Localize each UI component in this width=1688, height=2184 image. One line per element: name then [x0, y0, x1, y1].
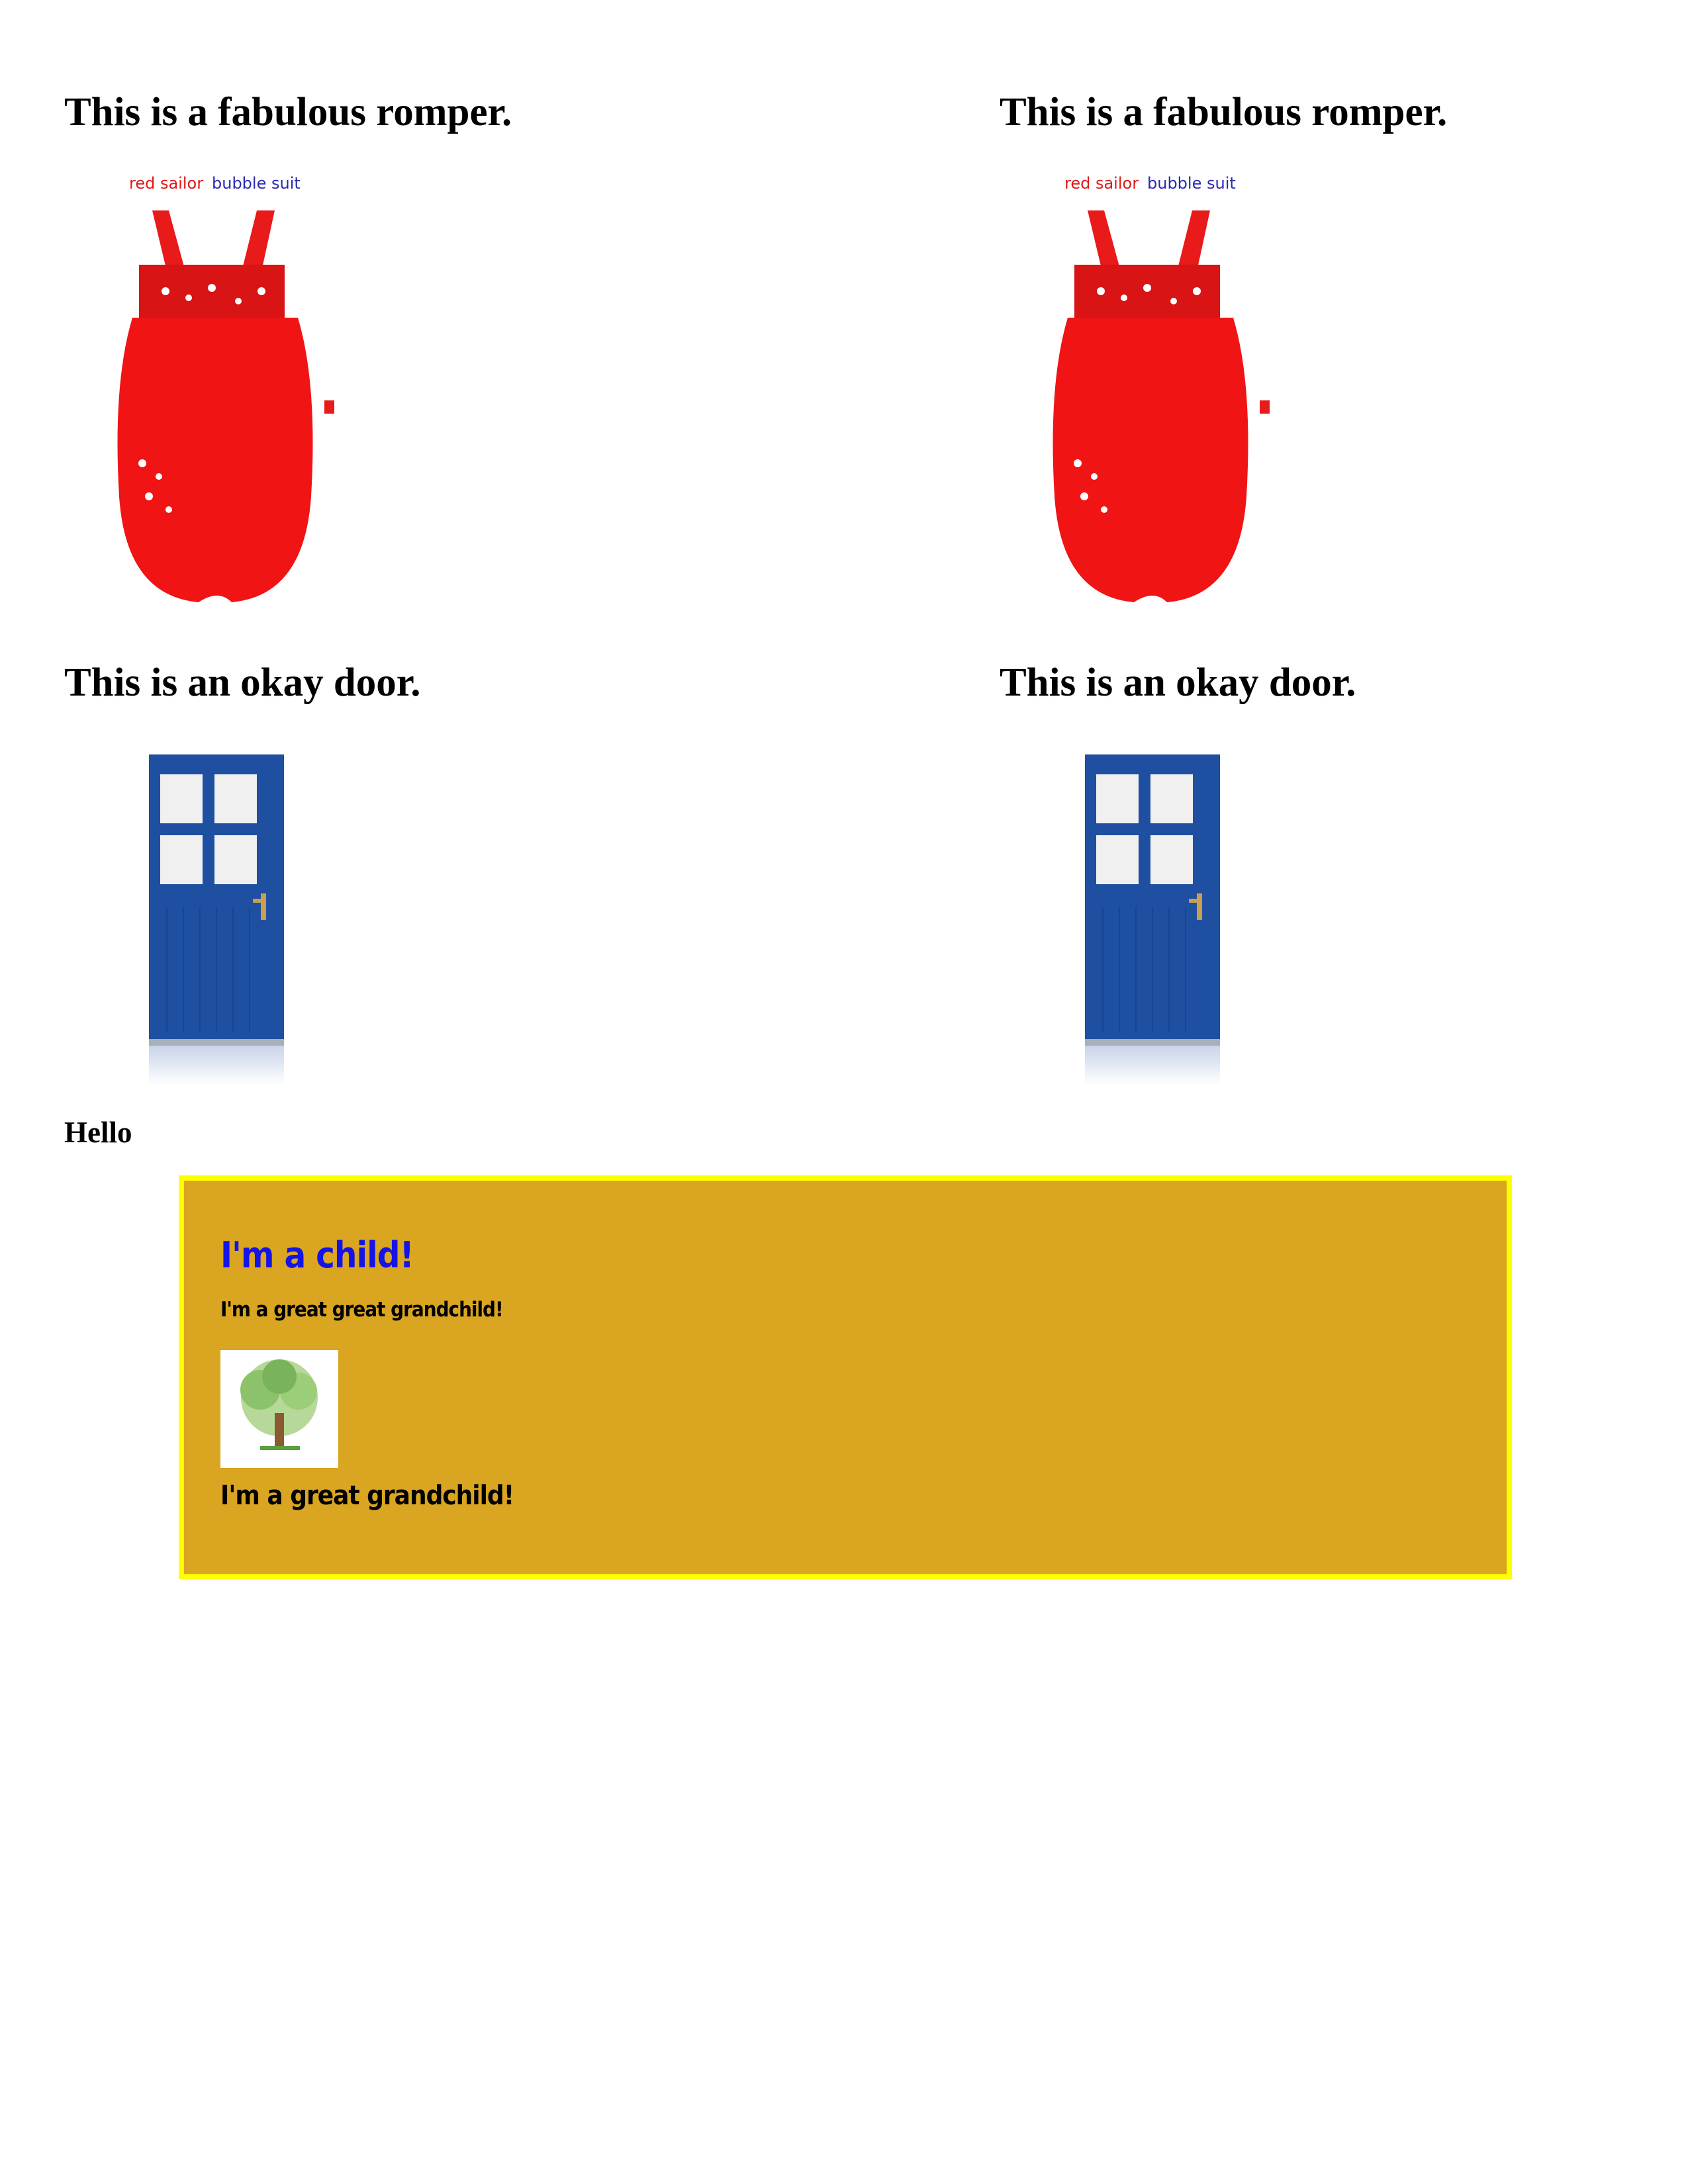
great-grandchild-text: I'm a great grandchild! [220, 1480, 514, 1511]
svg-text:bubble suit: bubble suit [212, 174, 301, 193]
romper-heading-left: This is a fabulous romper. [64, 90, 512, 134]
child-box: I'm a child! I'm a great great grandchil… [179, 1175, 1512, 1579]
door-illustration [149, 754, 284, 1085]
romper-heading-right: This is a fabulous romper. [1000, 90, 1448, 134]
door-image-right [1083, 754, 1222, 1085]
romper-image-right: red sailor bubble suit [1021, 165, 1313, 622]
family-tree-image [220, 1350, 338, 1468]
romper-illustration: red sailor bubble suit [117, 174, 334, 602]
door-heading-left: This is an okay door. [64, 660, 421, 705]
svg-text:red sailor: red sailor [1064, 174, 1139, 193]
svg-text:red sailor: red sailor [129, 174, 203, 193]
family-tree-illustration [220, 1350, 338, 1468]
romper-image-left: red sailor bubble suit [86, 165, 377, 622]
door-heading-right: This is an okay door. [1000, 660, 1356, 705]
svg-text:bubble suit: bubble suit [1147, 174, 1236, 193]
door-illustration [1085, 754, 1220, 1085]
child-title: I'm a child! [220, 1234, 414, 1276]
great-great-grandchild-text: I'm a great great grandchild! [220, 1298, 504, 1322]
door-image-left [147, 754, 286, 1085]
romper-illustration: red sailor bubble suit [1053, 174, 1270, 602]
hello-text: Hello [64, 1116, 132, 1149]
